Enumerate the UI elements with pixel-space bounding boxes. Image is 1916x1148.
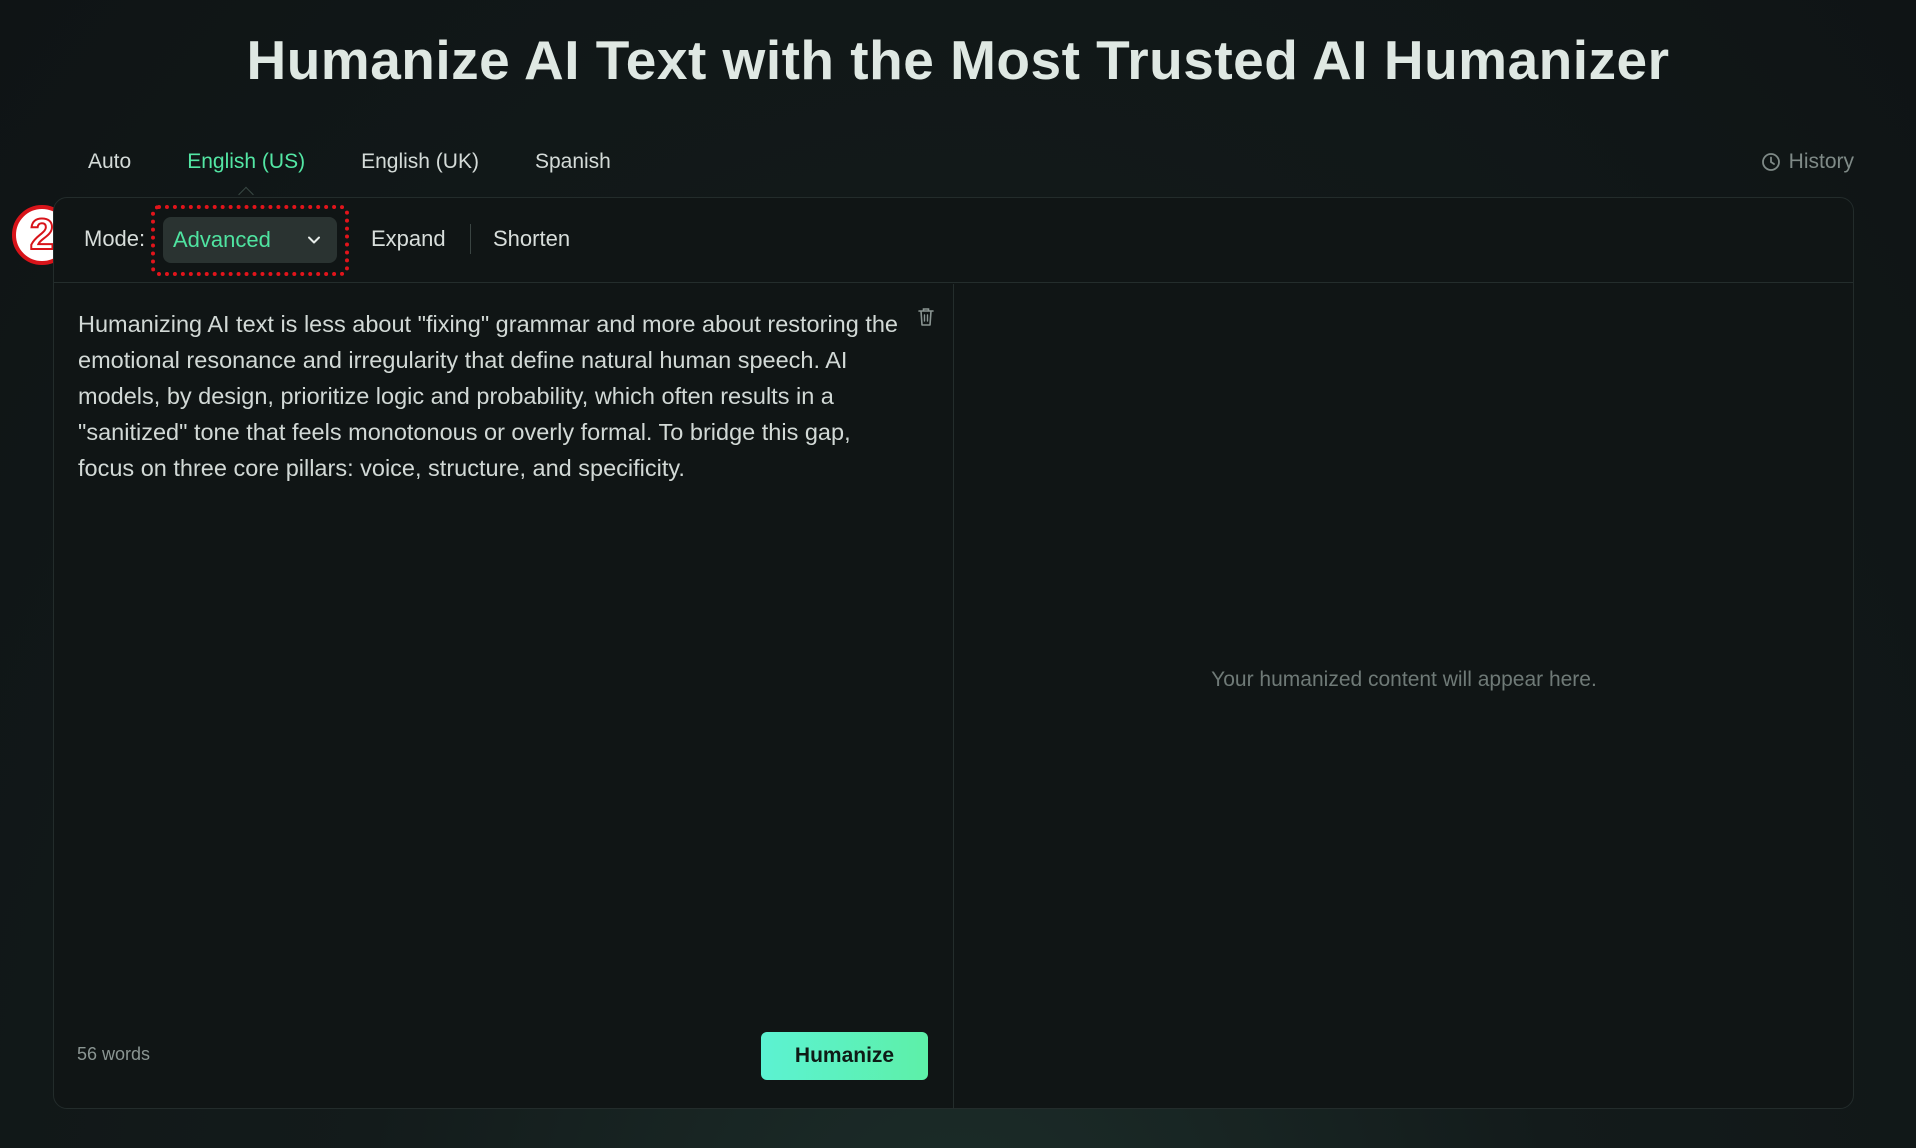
tab-spanish[interactable]: Spanish bbox=[507, 140, 639, 188]
output-pane: Your humanized content will appear here. bbox=[955, 284, 1853, 1109]
language-tabs: Auto English (US) English (UK) Spanish bbox=[60, 140, 639, 188]
step-number: 2 bbox=[29, 210, 56, 259]
mode-expand[interactable]: Expand bbox=[371, 226, 446, 252]
trash-icon[interactable] bbox=[916, 306, 936, 328]
word-count: 56 words bbox=[77, 1044, 151, 1064]
mode-toolbar: Mode: Advanced Expand Shorten bbox=[54, 198, 1853, 283]
tab-english-us[interactable]: English (US) bbox=[159, 140, 333, 188]
humanize-button[interactable]: Humanize bbox=[761, 1032, 928, 1080]
mode-divider bbox=[470, 224, 471, 254]
output-placeholder: Your humanized content will appear here. bbox=[1211, 668, 1597, 691]
chevron-down-icon bbox=[308, 236, 320, 244]
humanizer-panel: Mode: Advanced Expand Shorten Humanizing… bbox=[53, 197, 1854, 1109]
history-button[interactable]: History bbox=[1761, 150, 1854, 174]
mode-selected-value: Advanced bbox=[173, 227, 271, 252]
input-textarea[interactable]: Humanizing AI text is less about "fixing… bbox=[78, 306, 908, 486]
mode-label: Mode: bbox=[84, 226, 146, 251]
input-pane[interactable]: Humanizing AI text is less about "fixing… bbox=[54, 284, 954, 1109]
history-label: History bbox=[1788, 150, 1854, 173]
page-title: Humanize AI Text with the Most Trusted A… bbox=[246, 29, 1670, 91]
tab-english-uk[interactable]: English (UK) bbox=[333, 140, 507, 188]
mode-shorten[interactable]: Shorten bbox=[493, 226, 570, 252]
mode-dropdown[interactable]: Advanced bbox=[163, 217, 337, 263]
clock-icon bbox=[1761, 153, 1780, 171]
tab-auto[interactable]: Auto bbox=[60, 140, 159, 188]
